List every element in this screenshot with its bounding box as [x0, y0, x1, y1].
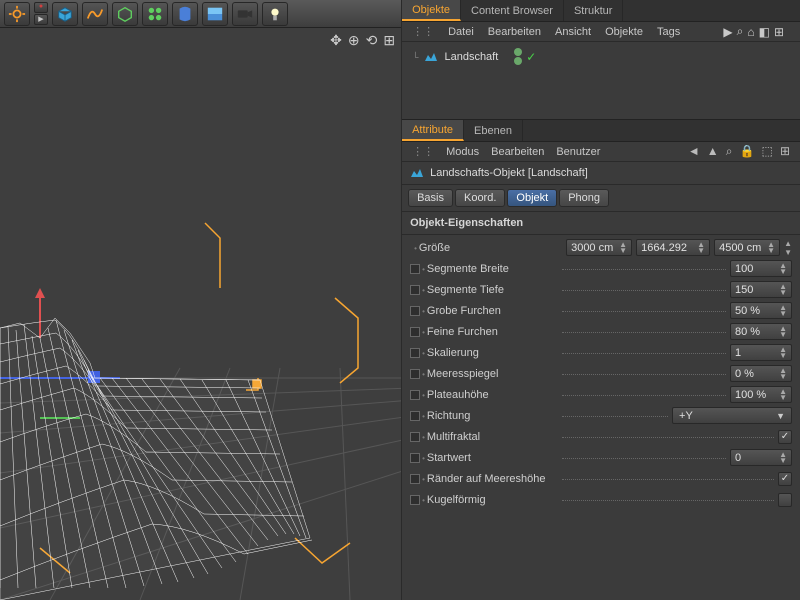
main-toolbar: ●▶ [0, 0, 401, 28]
check-icon[interactable]: ✓ [526, 50, 536, 64]
pill-basis[interactable]: Basis [408, 189, 453, 207]
number-input[interactable]: 1▲▼ [730, 344, 792, 361]
tree-item-landschaft[interactable]: └ Landschaft ✓ [412, 48, 790, 65]
menu-bearbeiten[interactable]: Bearbeiten [488, 26, 541, 38]
dock-icon[interactable]: ⬚ [762, 144, 773, 158]
prop-label: Größe [414, 242, 554, 254]
nurbs-icon[interactable] [112, 2, 138, 26]
number-input[interactable]: 100▲▼ [730, 260, 792, 277]
tab-objekte[interactable]: Objekte [402, 0, 461, 21]
viewport[interactable]: ✥ ⊕ ⟲ ⊞ [0, 28, 401, 600]
cube-icon[interactable] [52, 2, 78, 26]
prop-label: Skalierung [422, 347, 562, 359]
lock-icon[interactable]: 🔒 [740, 144, 755, 158]
attributes-tabs: Attribute Ebenen [402, 120, 800, 142]
objects-menu: ⋮⋮ Datei Bearbeiten Ansicht Objekte Tags… [402, 22, 800, 42]
up-icon[interactable]: ▲ [707, 144, 719, 158]
overflow-icon[interactable]: ▶ [723, 25, 732, 39]
array-icon[interactable] [142, 2, 168, 26]
menu-datei[interactable]: Datei [448, 26, 474, 38]
prop-label: Segmente Tiefe [422, 284, 562, 296]
menu-objekte[interactable]: Objekte [605, 26, 643, 38]
checkbox[interactable] [778, 493, 792, 507]
tab-struktur[interactable]: Struktur [564, 0, 624, 21]
attributes-menu: ⋮⋮ Modus Bearbeiten Benutzer ◄ ▲ ⌕ 🔒 ⬚ ⊞ [402, 142, 800, 162]
number-input[interactable]: 3000 cm▲▼ [566, 239, 632, 256]
prop-label: Segmente Breite [422, 263, 562, 275]
section-title: Objekt-Eigenschaften [402, 211, 800, 235]
landscape-icon [424, 50, 438, 64]
tab-content-browser[interactable]: Content Browser [461, 0, 564, 21]
objects-tabs: Objekte Content Browser Struktur [402, 0, 800, 22]
landscape-icon [410, 166, 424, 180]
prop-label: Ränder auf Meereshöhe [422, 473, 562, 485]
number-input[interactable]: 80 %▲▼ [730, 323, 792, 340]
pill-koord[interactable]: Koord. [455, 189, 505, 207]
gear-icon[interactable] [4, 2, 30, 26]
properties-list: Größe3000 cm▲▼1664.292▲▼4500 cm▲▼▲▼Segme… [402, 235, 800, 512]
tree-label: Landschaft [444, 51, 498, 63]
prop-label: Grobe Furchen [422, 305, 562, 317]
prop-label: Richtung [422, 410, 562, 422]
prop-label: Plateauhöhe [422, 389, 562, 401]
home-icon[interactable]: ⌂ [747, 25, 754, 39]
light-icon[interactable] [262, 2, 288, 26]
dropdown[interactable]: +Y▼ [672, 407, 792, 424]
number-input[interactable]: 0▲▼ [730, 449, 792, 466]
deformer-icon[interactable] [172, 2, 198, 26]
menu-benutzer[interactable]: Benutzer [556, 146, 600, 158]
number-input[interactable]: 1664.292▲▼ [636, 239, 710, 256]
prop-label: Feine Furchen [422, 326, 562, 338]
menu-modus[interactable]: Modus [446, 146, 479, 158]
floor-icon[interactable] [202, 2, 228, 26]
tab-attribute[interactable]: Attribute [402, 120, 464, 141]
expand-attr-icon[interactable]: ⊞ [780, 144, 790, 158]
prop-label: Startwert [422, 452, 562, 464]
spline-icon[interactable] [82, 2, 108, 26]
menu-tags[interactable]: Tags [657, 26, 680, 38]
menu-bearbeiten-attr[interactable]: Bearbeiten [491, 146, 544, 158]
pill-phong[interactable]: Phong [559, 189, 609, 207]
number-input[interactable]: 50 %▲▼ [730, 302, 792, 319]
number-input[interactable]: 150▲▼ [730, 281, 792, 298]
object-tree[interactable]: └ Landschaft ✓ [402, 42, 800, 120]
search-icon[interactable]: ⌕ [737, 24, 744, 39]
search-attr-icon[interactable]: ⌕ [726, 144, 733, 158]
checkbox[interactable]: ✓ [778, 472, 792, 486]
checkbox[interactable]: ✓ [778, 430, 792, 444]
attr-pill-tabs: Basis Koord. Objekt Phong [402, 185, 800, 211]
prop-label: Kugelförmig [422, 494, 562, 506]
expand-icon[interactable]: ⊞ [774, 25, 784, 39]
number-input[interactable]: 0 %▲▼ [730, 365, 792, 382]
attr-object-header: Landschafts-Objekt [Landschaft] [402, 162, 800, 185]
view-icon[interactable]: ◧ [759, 25, 770, 39]
prop-label: Meeresspiegel [422, 368, 562, 380]
number-input[interactable]: 4500 cm▲▼ [714, 239, 780, 256]
number-input[interactable]: 100 %▲▼ [730, 386, 792, 403]
pill-objekt[interactable]: Objekt [507, 189, 557, 207]
back-icon[interactable]: ◄ [688, 144, 700, 158]
menu-ansicht[interactable]: Ansicht [555, 26, 591, 38]
camera-icon[interactable] [232, 2, 258, 26]
prop-label: Multifraktal [422, 431, 562, 443]
tab-ebenen[interactable]: Ebenen [464, 120, 523, 141]
